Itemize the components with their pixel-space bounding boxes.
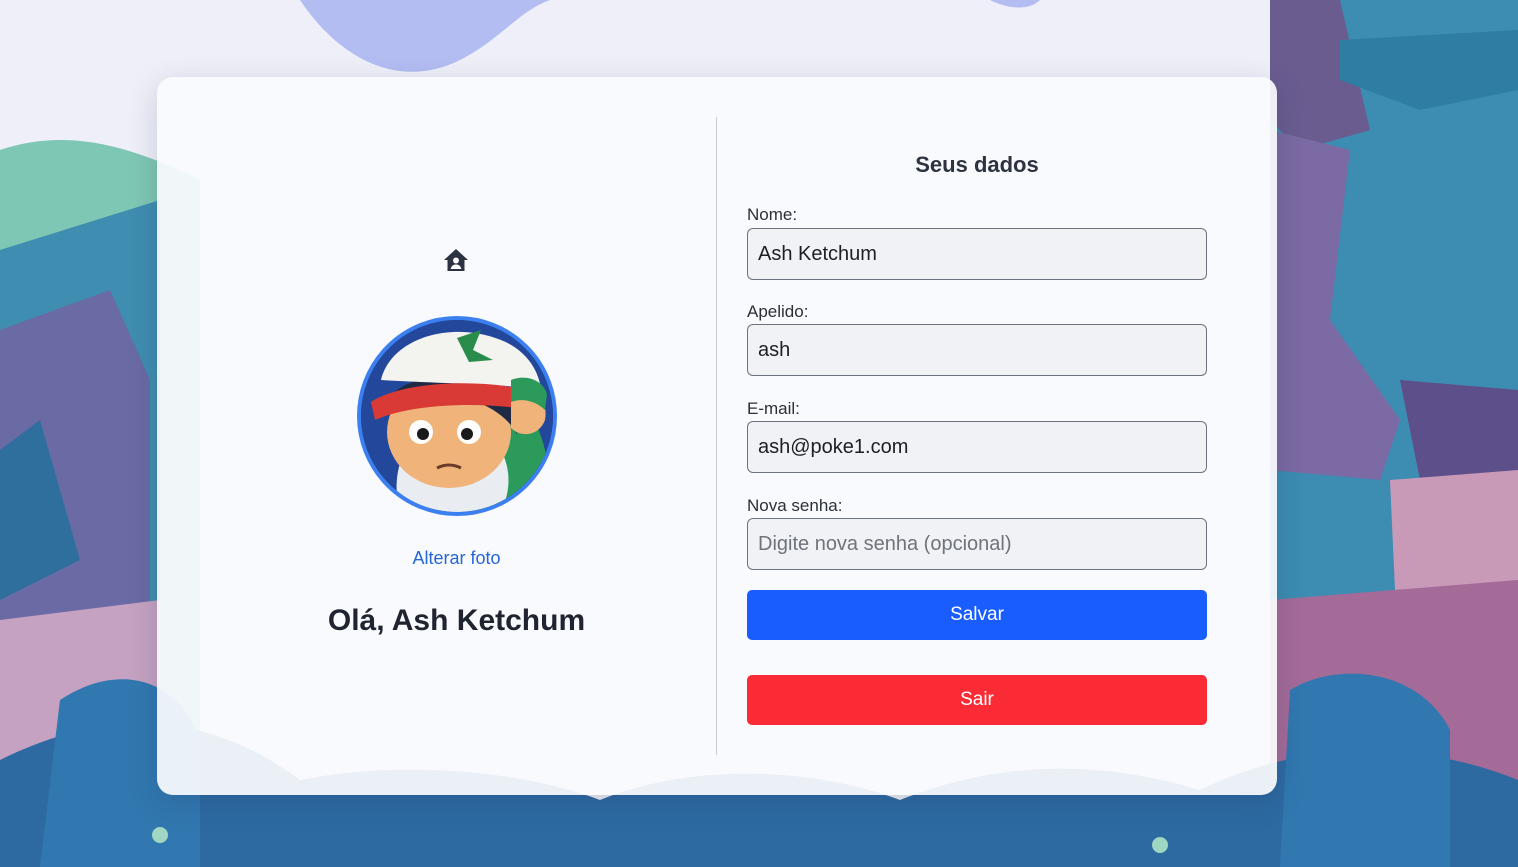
avatar [357,316,557,516]
nickname-label: Apelido: [747,302,809,321]
form-title: Seus dados [915,152,1039,177]
profile-card: Alterar foto Olá, Ash Ketchum Seus dados… [157,77,1277,795]
name-field[interactable] [747,228,1207,280]
name-label: Nome: [747,205,798,224]
change-photo-link[interactable]: Alterar foto [157,548,756,569]
panel-divider [716,117,717,755]
home-icon[interactable] [442,246,470,274]
nickname-field[interactable] [747,324,1207,376]
new-password-field[interactable] [747,518,1207,570]
logout-button[interactable]: Sair [747,675,1207,725]
ash-ketchum-avatar-icon [361,320,553,512]
password-label: Nova senha: [747,496,843,515]
save-button[interactable]: Salvar [747,590,1207,640]
greeting-heading: Olá, Ash Ketchum [327,604,586,637]
email-field[interactable] [747,421,1207,473]
email-label: E-mail: [747,399,800,418]
profile-panel: Alterar foto Olá, Ash Ketchum [157,77,716,795]
